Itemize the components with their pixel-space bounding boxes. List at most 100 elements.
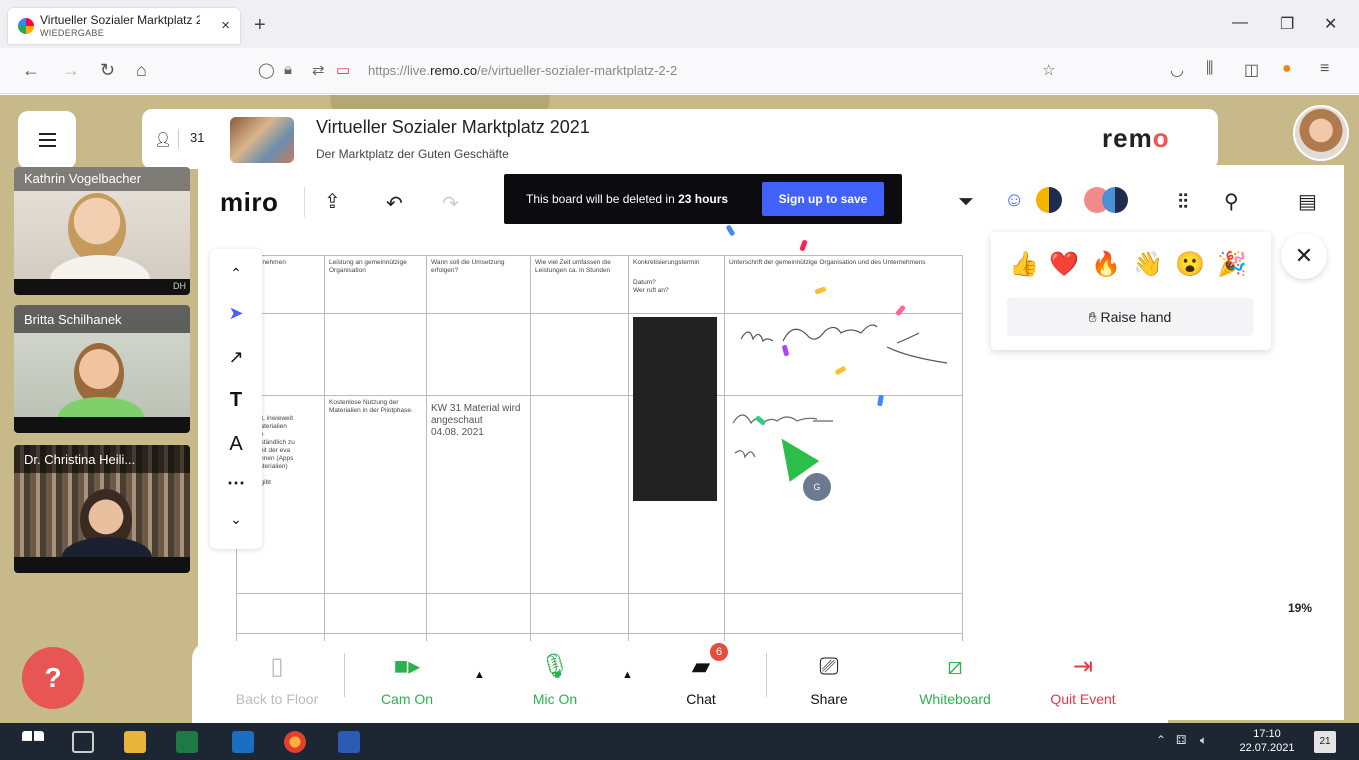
confetti <box>725 224 736 237</box>
volume-icon[interactable]: 🔈︎ <box>1200 733 1207 748</box>
arrow-tool-icon[interactable]: ↗ <box>210 347 262 368</box>
table-header: Wie viel Zeit umfassen die Leistungen ca… <box>535 259 611 274</box>
floor-map-icon: ▯ <box>270 653 284 680</box>
back-to-floor-button[interactable]: ▯ Back to Floor <box>222 649 332 707</box>
row-divider <box>237 593 963 594</box>
wave-icon[interactable]: 👋 <box>1133 250 1163 279</box>
screen-share-icon: ⎚ <box>819 653 839 680</box>
thumbs-up-icon[interactable]: 👍 <box>1009 250 1039 279</box>
cam-on-button[interactable]: ■▸ Cam On <box>352 649 462 707</box>
heart-icon[interactable]: ❤️ <box>1049 250 1079 279</box>
task-view-icon[interactable] <box>72 731 94 753</box>
new-tab-button[interactable]: + <box>254 14 266 37</box>
forward-arrow-icon[interactable]: → <box>62 60 80 81</box>
tile-status-bar <box>14 417 190 433</box>
excel-icon[interactable] <box>176 731 198 753</box>
table-header: Leistung an gemeinnützige Organisation <box>329 259 407 274</box>
raise-hand-button[interactable]: ✋︎ Raise hand <box>1007 298 1253 336</box>
tray-chevron-icon[interactable]: ⌃ <box>1156 733 1166 747</box>
library-icon[interactable]: ⫼ <box>1206 60 1213 78</box>
undo-icon[interactable]: ↶ <box>386 191 403 216</box>
collaborator-avatar-icon[interactable] <box>1036 187 1062 213</box>
user-avatar[interactable] <box>1293 105 1349 161</box>
row-divider <box>237 255 963 256</box>
upload-icon[interactable]: ⇪ <box>324 189 341 214</box>
select-cursor-icon[interactable]: ➤ <box>210 303 262 324</box>
main-menu-button[interactable] <box>18 111 76 169</box>
home-icon[interactable]: ⌂ <box>136 60 147 81</box>
event-controls-bar: ▯ Back to Floor ■▸ Cam On ▲ 🎙︎ Mic On ▲ … <box>192 641 1168 723</box>
url-bar[interactable]: ◯ 🔒︎ ⇄ ▭ https://live.remo.co/e/virtuell… <box>240 55 1080 87</box>
remo-logo: remo <box>1102 123 1170 154</box>
bookmark-star-icon[interactable]: ☆ <box>1042 61 1055 79</box>
settings-sliders-icon[interactable]: ⫶⫶ <box>1178 191 1188 214</box>
search-icon[interactable]: ⚲ <box>1224 189 1239 214</box>
fire-icon[interactable]: 🔥 <box>1091 250 1121 279</box>
firefox-icon[interactable] <box>284 731 306 753</box>
reload-icon[interactable]: ↻ <box>100 60 115 81</box>
surprised-face-icon[interactable]: 😮 <box>1175 250 1205 279</box>
chat-button[interactable]: ▰ Chat <box>646 649 756 707</box>
file-explorer-icon[interactable] <box>124 731 146 753</box>
windows-taskbar: ⌃ ⚃ 🔈︎ 17:10 22.07.2021 21 <box>0 723 1359 760</box>
window-close-icon[interactable]: ✕ <box>1324 14 1337 34</box>
menu-hamburger-icon[interactable]: ≡ <box>1320 60 1329 78</box>
collaborator-avatar-icon[interactable] <box>1102 187 1128 213</box>
permissions-icon[interactable]: ⇄ <box>312 61 325 79</box>
participant-tile[interactable]: Kathrin Vogelbacher DH <box>14 167 190 295</box>
system-clock[interactable]: 17:10 22.07.2021 <box>1232 727 1302 755</box>
handwriting-signature <box>732 324 948 459</box>
divider <box>766 653 767 697</box>
cam-options-caret-icon[interactable]: ▲ <box>474 669 485 681</box>
miro-whiteboard[interactable]: miro ⇪ ↶ ↷ This board will be deleted in… <box>198 165 1344 720</box>
mic-on-button[interactable]: 🎙︎ Mic On <box>500 649 610 707</box>
quit-event-button[interactable]: ⇥ Quit Event <box>1028 649 1138 707</box>
url-text[interactable]: https://live.remo.co/e/virtueller-sozial… <box>368 63 677 78</box>
cursor-filter-icon[interactable]: ⏷ <box>958 191 974 214</box>
browser-tab-bar: Virtueller Sozialer Marktplatz 2 WIEDERG… <box>0 0 1359 48</box>
sign-up-button[interactable]: Sign up to save <box>762 182 884 216</box>
exit-door-icon: ⇥ <box>1072 653 1094 680</box>
divider <box>304 187 305 217</box>
tab-title: Virtueller Sozialer Marktplatz 2 <box>40 13 200 27</box>
chat-bubble-icon: ▰ <box>691 653 711 680</box>
party-icon[interactable]: 🎉 <box>1217 250 1247 279</box>
redo-icon[interactable]: ↷ <box>442 191 459 216</box>
word-icon[interactable] <box>338 731 360 753</box>
zoom-level[interactable]: 19% <box>1288 601 1312 615</box>
add-reaction-icon[interactable]: ☺ <box>1004 189 1024 212</box>
lock-icon[interactable]: 🔒︎ <box>284 61 292 78</box>
table-cell: Kostenlose Nutzung der Materialien in de… <box>329 399 413 414</box>
whiteboard-button[interactable]: ⧄ Whiteboard <box>900 649 1010 707</box>
participant-tile[interactable]: Britta Schilhanek <box>14 305 190 433</box>
help-chat-button[interactable]: ? <box>22 647 84 709</box>
camera-sharing-icon[interactable]: ▭ <box>336 61 350 79</box>
minimize-icon[interactable]: — <box>1232 14 1248 32</box>
outlook-icon[interactable] <box>232 731 254 753</box>
back-arrow-icon[interactable]: ← <box>22 60 40 81</box>
notification-center-icon[interactable]: 21 <box>1314 731 1336 753</box>
network-icon[interactable]: ⚃ <box>1176 733 1186 747</box>
clock-time: 17:10 <box>1253 728 1281 740</box>
collapse-up-icon[interactable]: ⌃ <box>210 265 262 282</box>
collapse-down-icon[interactable]: ⌄ <box>210 511 262 528</box>
mic-options-caret-icon[interactable]: ▲ <box>622 669 633 681</box>
extension-icon[interactable]: ● <box>1282 60 1292 78</box>
restore-icon[interactable]: ❐ <box>1280 14 1294 34</box>
participant-name: Dr. Christina Heili... <box>14 445 190 473</box>
reactions-panel: 👍 ❤️ 🔥 👋 😮 🎉 ✋︎ Raise hand <box>991 232 1271 350</box>
pocket-icon[interactable]: ◡ <box>1170 60 1184 80</box>
text-tool-icon[interactable]: T <box>210 389 262 412</box>
participant-count[interactable]: 31 <box>190 130 204 145</box>
pen-tool-icon[interactable]: A <box>210 433 262 456</box>
tab-close-icon[interactable]: × <box>221 17 230 34</box>
notes-icon[interactable]: ▤ <box>1298 189 1317 214</box>
windows-start-icon[interactable] <box>22 731 44 753</box>
close-reactions-button[interactable]: ✕ <box>1281 233 1327 279</box>
participant-tile[interactable]: Dr. Christina Heili... <box>14 445 190 573</box>
shield-icon[interactable]: ◯ <box>258 61 275 79</box>
share-button[interactable]: ⎚ Share <box>774 649 884 707</box>
sidebar-icon[interactable]: ◫ <box>1244 60 1259 80</box>
browser-tab[interactable]: Virtueller Sozialer Marktplatz 2 WIEDERG… <box>8 8 240 44</box>
more-tools-icon[interactable]: ⋯ <box>210 473 262 494</box>
